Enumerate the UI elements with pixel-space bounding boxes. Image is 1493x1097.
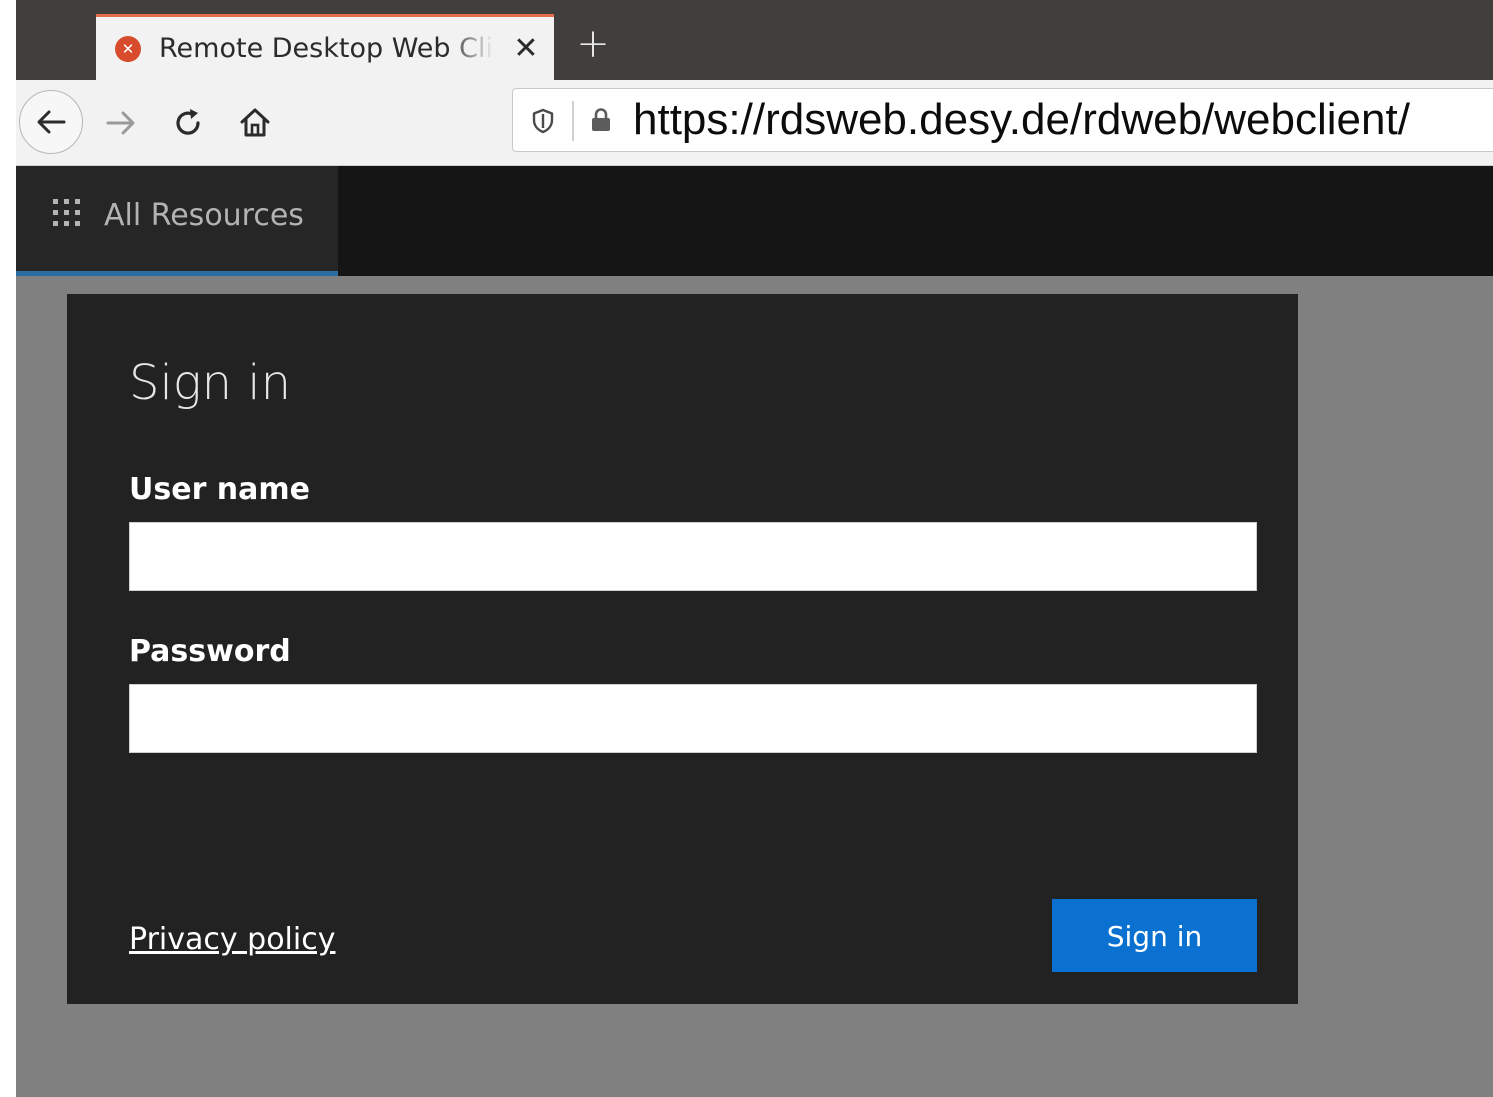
url-bar[interactable]: https://rdsweb.desy.de/rdweb/webclient/ bbox=[512, 88, 1493, 152]
back-arrow-icon bbox=[37, 110, 66, 134]
back-button[interactable] bbox=[19, 90, 83, 154]
screen: ✕ Remote Desktop Web Client ✕ + bbox=[0, 0, 1493, 1097]
url-text[interactable]: https://rdsweb.desy.de/rdweb/webclient/ bbox=[633, 95, 1410, 145]
remote-desktop-favicon-icon: ✕ bbox=[115, 36, 141, 62]
forward-arrow-icon[interactable] bbox=[104, 107, 138, 139]
username-label: User name bbox=[129, 472, 311, 507]
new-tab-button[interactable]: + bbox=[571, 22, 615, 66]
browser-tab-active[interactable]: ✕ Remote Desktop Web Client ✕ bbox=[96, 14, 554, 80]
sign-in-button[interactable]: Sign in bbox=[1052, 899, 1257, 972]
url-separator bbox=[572, 101, 574, 141]
privacy-policy-link[interactable]: Privacy policy bbox=[129, 920, 335, 960]
nav-tab-label: All Resources bbox=[104, 198, 304, 233]
home-icon[interactable] bbox=[238, 105, 272, 139]
app-header-bar: All Resources bbox=[16, 166, 1493, 276]
password-input[interactable] bbox=[129, 684, 1257, 753]
web-page: All Resources Sign in User name Password… bbox=[16, 166, 1493, 1097]
tab-close-icon[interactable]: ✕ bbox=[506, 27, 546, 71]
sign-in-title: Sign in bbox=[129, 355, 292, 411]
browser-toolbar: https://rdsweb.desy.de/rdweb/webclient/ bbox=[16, 80, 1493, 166]
browser-tabstrip: ✕ Remote Desktop Web Client ✕ + bbox=[16, 0, 1493, 80]
username-input[interactable] bbox=[129, 522, 1257, 591]
tracking-protection-shield-icon[interactable] bbox=[531, 108, 555, 134]
password-label: Password bbox=[129, 634, 291, 669]
apps-grid-icon bbox=[53, 199, 80, 226]
tab-title-fade bbox=[446, 25, 506, 73]
nav-tab-all-resources[interactable]: All Resources bbox=[16, 166, 338, 276]
lock-icon[interactable] bbox=[590, 107, 612, 133]
reload-icon[interactable] bbox=[171, 106, 205, 140]
sign-in-card: Sign in User name Password Privacy polic… bbox=[67, 294, 1298, 1004]
